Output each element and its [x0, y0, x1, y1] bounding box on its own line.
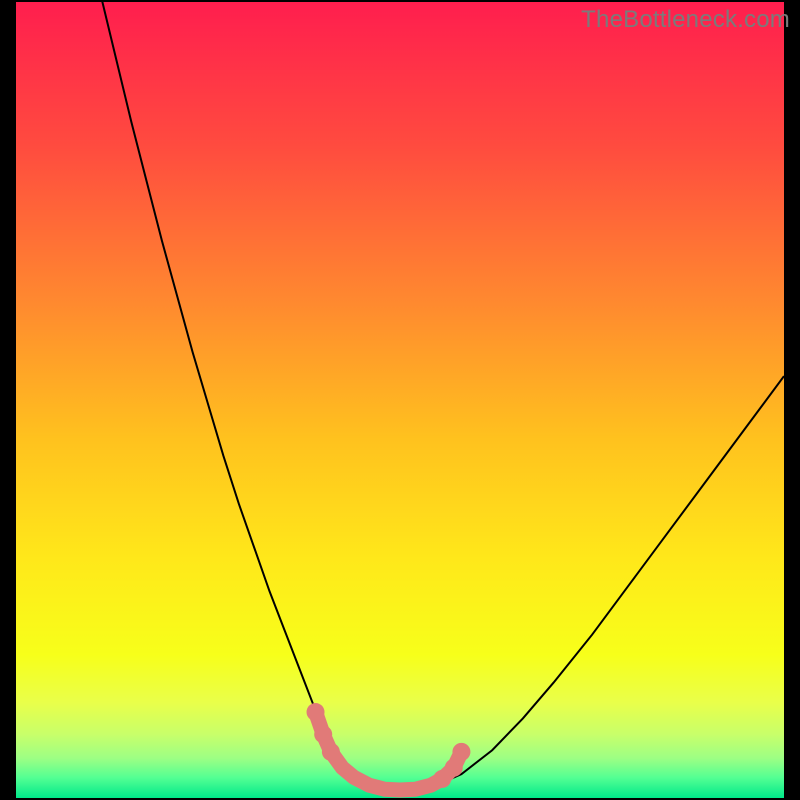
bottleneck-chart [0, 0, 800, 800]
sweet-spot-marker [314, 725, 332, 743]
sweet-spot-marker [307, 703, 325, 721]
sweet-spot-marker [445, 759, 463, 777]
sweet-spot-marker [322, 743, 340, 761]
watermark-text: TheBottleneck.com [581, 6, 790, 34]
sweet-spot-marker [452, 743, 470, 761]
chart-container: TheBottleneck.com [0, 0, 800, 800]
